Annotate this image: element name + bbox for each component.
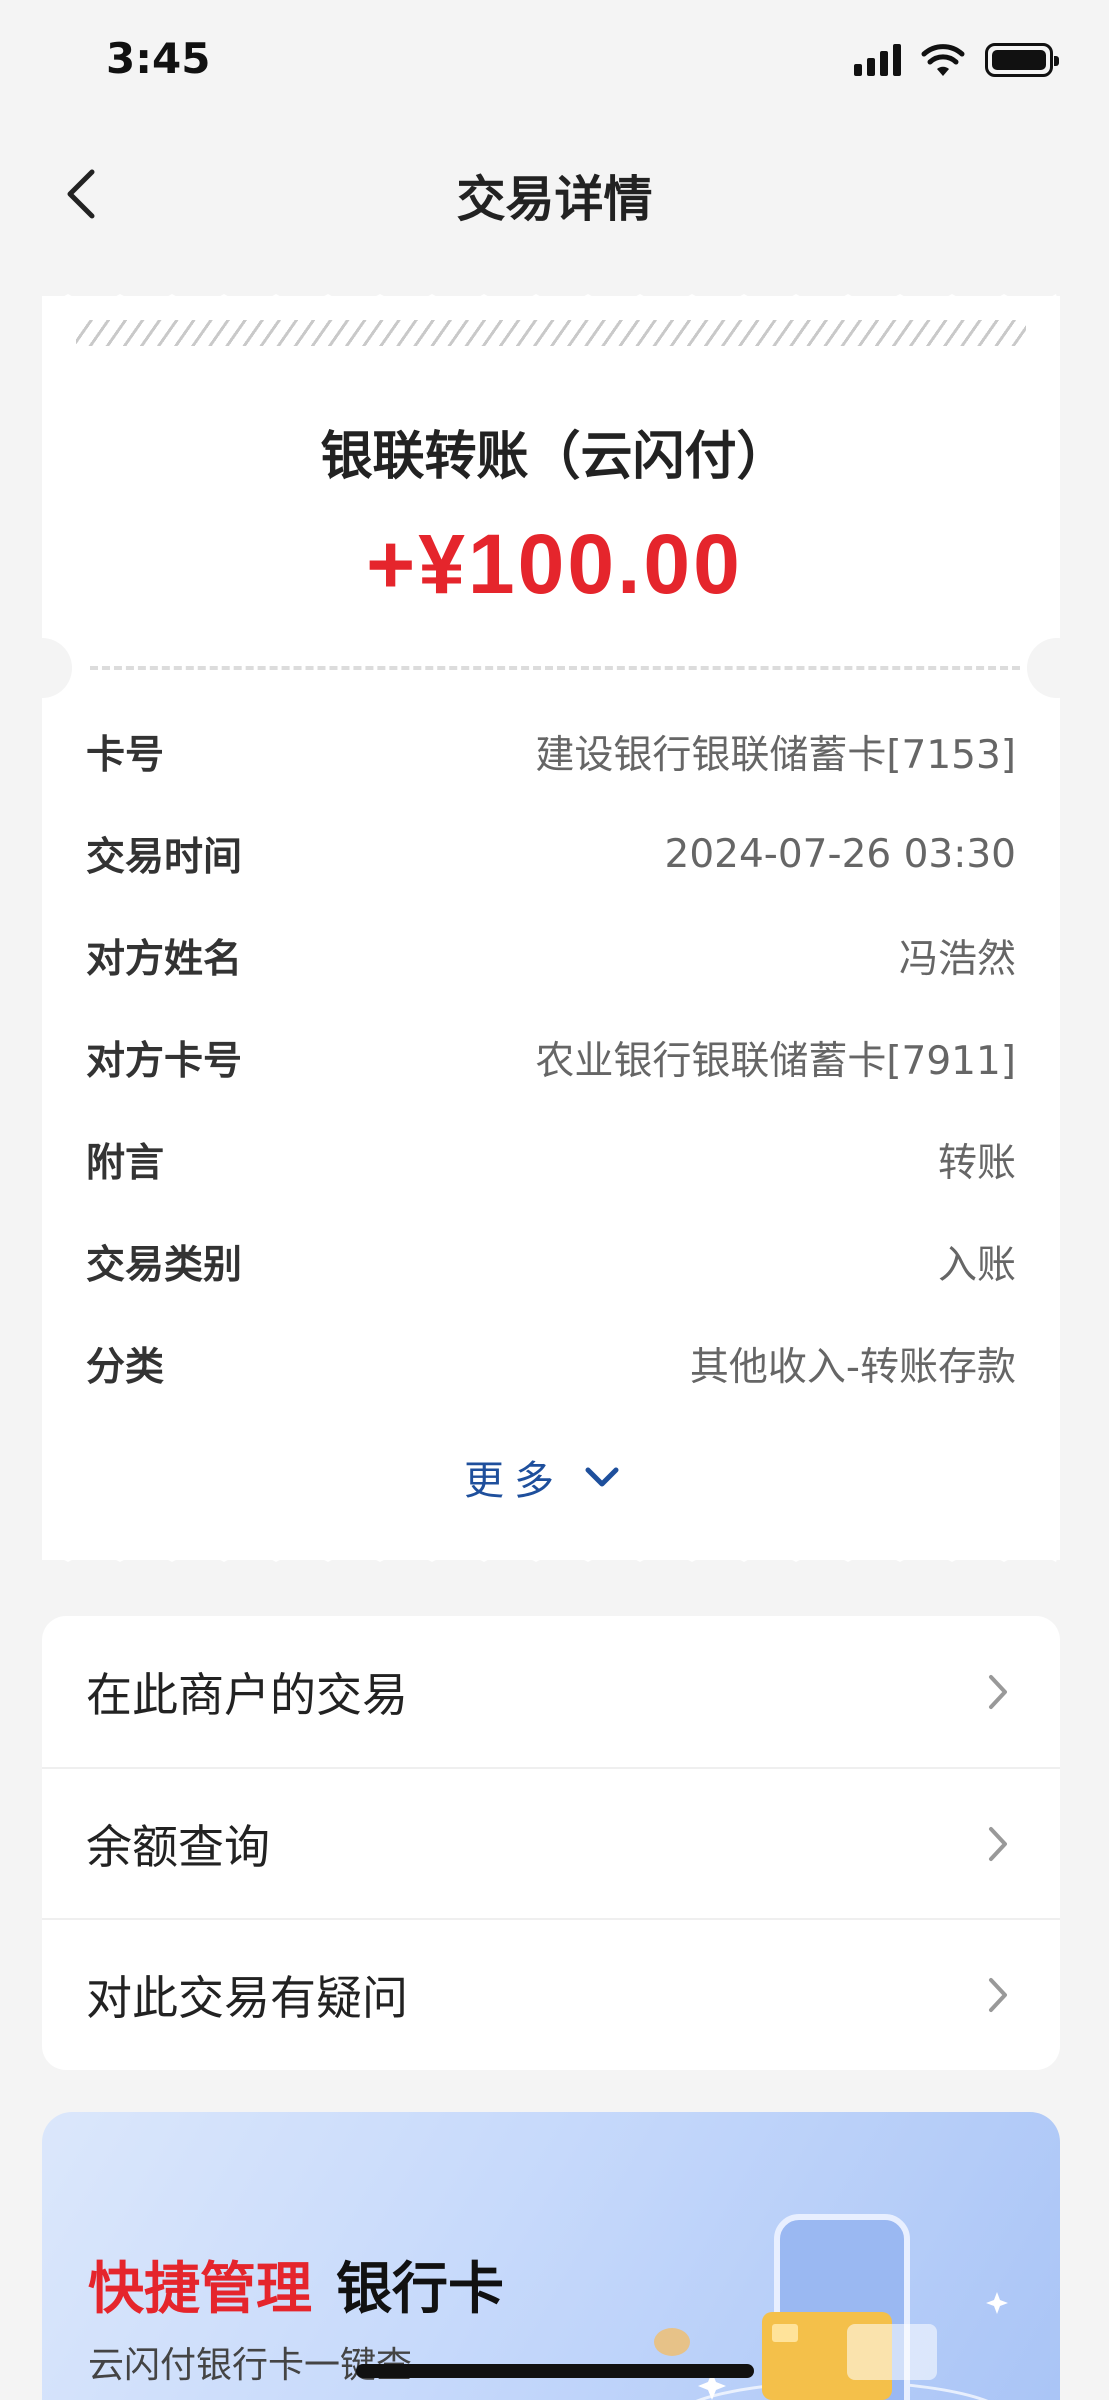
receipt-bottom-edge — [42, 1548, 1060, 1562]
menu-item-label: 在此商户的交易 — [86, 1667, 408, 1722]
detail-value: 冯浩然 — [898, 937, 1016, 982]
banner-title-highlight: 快捷管理 — [88, 2257, 312, 2322]
action-list: 在此商户的交易 余额查询 对此交易有疑问 — [42, 1616, 1060, 2070]
detail-label: 分类 — [86, 1345, 165, 1390]
menu-item-balance-inquiry[interactable]: 余额查询 — [42, 1767, 1060, 1918]
detail-value: 入账 — [937, 1243, 1016, 1288]
menu-item-merchant-transactions[interactable]: 在此商户的交易 — [42, 1616, 1060, 1767]
chevron-right-icon — [989, 1826, 1007, 1861]
transaction-amount: +¥100.00 — [366, 517, 743, 611]
transaction-title: 银联转账（云闪付） — [320, 427, 789, 487]
more-label: 更多 — [464, 1458, 564, 1504]
status-time: 3:45 — [106, 34, 211, 83]
menu-item-label: 对此交易有疑问 — [86, 1970, 408, 2025]
detail-label: 交易类别 — [86, 1243, 243, 1288]
detail-label: 对方卡号 — [86, 1039, 243, 1084]
menu-item-dispute[interactable]: 对此交易有疑问 — [42, 1918, 1060, 2069]
receipt-top-edge — [42, 294, 1060, 308]
detail-value: 其他收入-转账存款 — [689, 1345, 1016, 1390]
detail-row-type: 交易类别 入账 — [86, 1232, 1016, 1292]
page-title: 交易详情 — [456, 171, 653, 228]
detail-label: 卡号 — [86, 733, 165, 778]
chevron-right-icon — [989, 1977, 1007, 2012]
promo-banner[interactable]: 快捷管理 银行卡 云闪付银行卡一键查 — [42, 2112, 1060, 2400]
wifi-icon — [921, 44, 965, 76]
detail-row-counterparty-card: 对方卡号 农业银行银联储蓄卡[7911] — [86, 1028, 1016, 1088]
detail-row-counterparty-name: 对方姓名 冯浩然 — [86, 926, 1016, 986]
detail-label: 交易时间 — [86, 835, 243, 880]
detail-row-card-number: 卡号 建设银行银联储蓄卡[7153] — [86, 722, 1016, 782]
home-indicator — [356, 2364, 754, 2378]
receipt-notch-right — [1027, 638, 1087, 698]
detail-row-time: 交易时间 2024-07-26 03:30 — [86, 824, 1016, 884]
chevron-right-icon — [989, 1674, 1007, 1709]
detail-value: 农业银行银联储蓄卡[7911] — [535, 1039, 1016, 1084]
battery-icon — [985, 43, 1059, 77]
receipt-divider — [90, 666, 1020, 670]
receipt-hatch-pattern — [76, 320, 1026, 346]
detail-row-memo: 附言 转账 — [86, 1130, 1016, 1190]
detail-label: 附言 — [86, 1141, 165, 1186]
detail-label: 对方姓名 — [86, 937, 243, 982]
detail-value: 建设银行银联储蓄卡[7153] — [535, 733, 1016, 778]
cellular-signal-icon — [854, 44, 901, 76]
detail-value: 转账 — [937, 1141, 1016, 1186]
menu-item-label: 余额查询 — [86, 1819, 270, 1874]
banner-subtitle: 云闪付银行卡一键查 — [88, 2345, 413, 2386]
more-button[interactable]: 更多 — [464, 1448, 620, 1506]
banner-title-main: 银行卡 — [336, 2257, 504, 2322]
detail-value: 2024-07-26 03:30 — [664, 831, 1016, 877]
chevron-down-icon — [585, 1467, 619, 1487]
status-bar: 3:45 — [0, 0, 1109, 120]
detail-row-category: 分类 其他收入-转账存款 — [86, 1334, 1016, 1394]
status-icons — [854, 40, 1059, 80]
banner-title: 快捷管理 银行卡 — [88, 2244, 504, 2325]
receipt-notch-left — [12, 638, 72, 698]
